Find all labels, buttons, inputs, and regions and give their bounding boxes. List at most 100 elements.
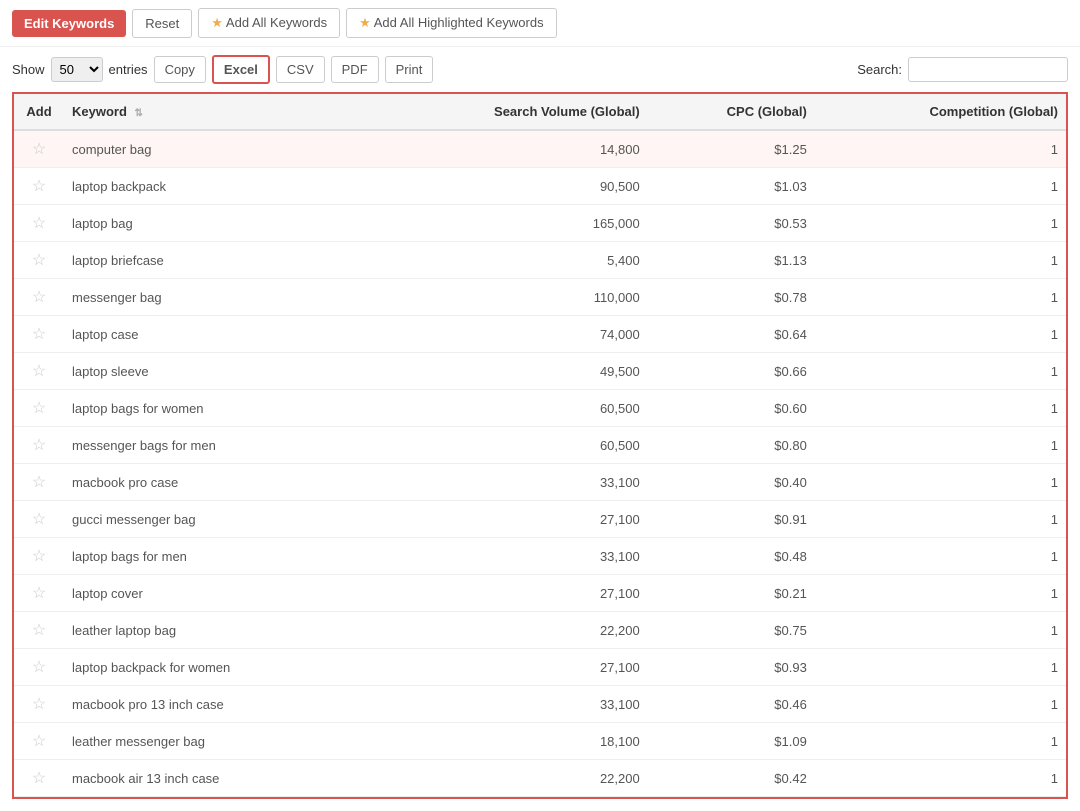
star-button[interactable]: ☆ [32, 657, 46, 677]
search-volume-cell: 22,200 [367, 612, 648, 649]
competition-cell: 1 [815, 760, 1066, 797]
star-button[interactable]: ☆ [32, 546, 46, 566]
table-row: ☆laptop bag165,000$0.531 [14, 205, 1066, 242]
star-button[interactable]: ☆ [32, 324, 46, 344]
star-icon-highlighted: ★ [359, 15, 371, 30]
competition-cell: 1 [815, 316, 1066, 353]
csv-button[interactable]: CSV [276, 56, 325, 83]
search-input[interactable] [908, 57, 1068, 82]
search-volume-cell: 14,800 [367, 130, 648, 168]
competition-cell: 1 [815, 686, 1066, 723]
col-header-keyword[interactable]: Keyword ⇅ [64, 94, 367, 130]
keyword-cell: leather laptop bag [64, 612, 367, 649]
cpc-cell: $1.13 [648, 242, 815, 279]
competition-cell: 1 [815, 168, 1066, 205]
search-volume-cell: 27,100 [367, 575, 648, 612]
keyword-cell: macbook pro 13 inch case [64, 686, 367, 723]
star-button[interactable]: ☆ [32, 287, 46, 307]
star-button[interactable]: ☆ [32, 398, 46, 418]
keyword-cell: laptop bags for women [64, 390, 367, 427]
cpc-cell: $1.09 [648, 723, 815, 760]
competition-cell: 1 [815, 723, 1066, 760]
competition-cell: 1 [815, 649, 1066, 686]
search-volume-cell: 74,000 [367, 316, 648, 353]
competition-cell: 1 [815, 538, 1066, 575]
table-row: ☆laptop case74,000$0.641 [14, 316, 1066, 353]
cpc-cell: $0.64 [648, 316, 815, 353]
pdf-button[interactable]: PDF [331, 56, 379, 83]
star-button[interactable]: ☆ [32, 139, 46, 159]
add-cell: ☆ [14, 390, 64, 427]
col-header-competition: Competition (Global) [815, 94, 1066, 130]
add-cell: ☆ [14, 686, 64, 723]
print-button[interactable]: Print [385, 56, 434, 83]
keyword-cell: gucci messenger bag [64, 501, 367, 538]
competition-cell: 1 [815, 353, 1066, 390]
star-button[interactable]: ☆ [32, 620, 46, 640]
star-button[interactable]: ☆ [32, 213, 46, 233]
star-button[interactable]: ☆ [32, 768, 46, 788]
add-cell: ☆ [14, 649, 64, 686]
table-row: ☆gucci messenger bag27,100$0.911 [14, 501, 1066, 538]
star-button[interactable]: ☆ [32, 472, 46, 492]
competition-cell: 1 [815, 612, 1066, 649]
search-volume-cell: 49,500 [367, 353, 648, 390]
excel-button[interactable]: Excel [212, 55, 270, 84]
cpc-cell: $0.21 [648, 575, 815, 612]
table-body: ☆computer bag14,800$1.251☆laptop backpac… [14, 130, 1066, 797]
add-cell: ☆ [14, 168, 64, 205]
star-button[interactable]: ☆ [32, 731, 46, 751]
star-button[interactable]: ☆ [32, 361, 46, 381]
entries-select[interactable]: 50 25 100 [51, 57, 103, 82]
add-all-highlighted-button[interactable]: ★Add All Highlighted Keywords [346, 8, 556, 38]
keyword-cell: macbook air 13 inch case [64, 760, 367, 797]
competition-cell: 1 [815, 130, 1066, 168]
star-button[interactable]: ☆ [32, 435, 46, 455]
search-volume-cell: 22,200 [367, 760, 648, 797]
keyword-cell: laptop bags for men [64, 538, 367, 575]
add-cell: ☆ [14, 464, 64, 501]
table-row: ☆leather laptop bag22,200$0.751 [14, 612, 1066, 649]
add-cell: ☆ [14, 760, 64, 797]
keyword-cell: laptop bag [64, 205, 367, 242]
competition-cell: 1 [815, 279, 1066, 316]
cpc-cell: $0.40 [648, 464, 815, 501]
table-row: ☆leather messenger bag18,100$1.091 [14, 723, 1066, 760]
competition-cell: 1 [815, 242, 1066, 279]
table-row: ☆macbook pro case33,100$0.401 [14, 464, 1066, 501]
table-container: Add Keyword ⇅ Search Volume (Global) CPC… [0, 92, 1080, 811]
search-volume-cell: 27,100 [367, 501, 648, 538]
copy-button[interactable]: Copy [154, 56, 206, 83]
keyword-cell: messenger bags for men [64, 427, 367, 464]
add-cell: ☆ [14, 130, 64, 168]
cpc-cell: $0.46 [648, 686, 815, 723]
star-button[interactable]: ☆ [32, 583, 46, 603]
search-volume-cell: 60,500 [367, 427, 648, 464]
competition-cell: 1 [815, 427, 1066, 464]
cpc-cell: $0.80 [648, 427, 815, 464]
add-cell: ☆ [14, 353, 64, 390]
cpc-cell: $0.91 [648, 501, 815, 538]
add-all-keywords-button[interactable]: ★Add All Keywords [198, 8, 340, 38]
search-volume-cell: 165,000 [367, 205, 648, 242]
search-volume-cell: 90,500 [367, 168, 648, 205]
table-header-row: Add Keyword ⇅ Search Volume (Global) CPC… [14, 94, 1066, 130]
star-icon: ★ [211, 15, 223, 30]
keyword-cell: computer bag [64, 130, 367, 168]
edit-keywords-button[interactable]: Edit Keywords [12, 10, 126, 37]
keyword-cell: laptop sleeve [64, 353, 367, 390]
star-button[interactable]: ☆ [32, 694, 46, 714]
search-label: Search: [857, 62, 902, 77]
star-button[interactable]: ☆ [32, 509, 46, 529]
add-cell: ☆ [14, 538, 64, 575]
keyword-cell: messenger bag [64, 279, 367, 316]
keyword-cell: macbook pro case [64, 464, 367, 501]
reset-button[interactable]: Reset [132, 9, 192, 38]
table-row: ☆laptop backpack90,500$1.031 [14, 168, 1066, 205]
competition-cell: 1 [815, 464, 1066, 501]
star-button[interactable]: ☆ [32, 176, 46, 196]
table-row: ☆laptop bags for men33,100$0.481 [14, 538, 1066, 575]
table-row: ☆messenger bag110,000$0.781 [14, 279, 1066, 316]
search-volume-cell: 33,100 [367, 686, 648, 723]
star-button[interactable]: ☆ [32, 250, 46, 270]
